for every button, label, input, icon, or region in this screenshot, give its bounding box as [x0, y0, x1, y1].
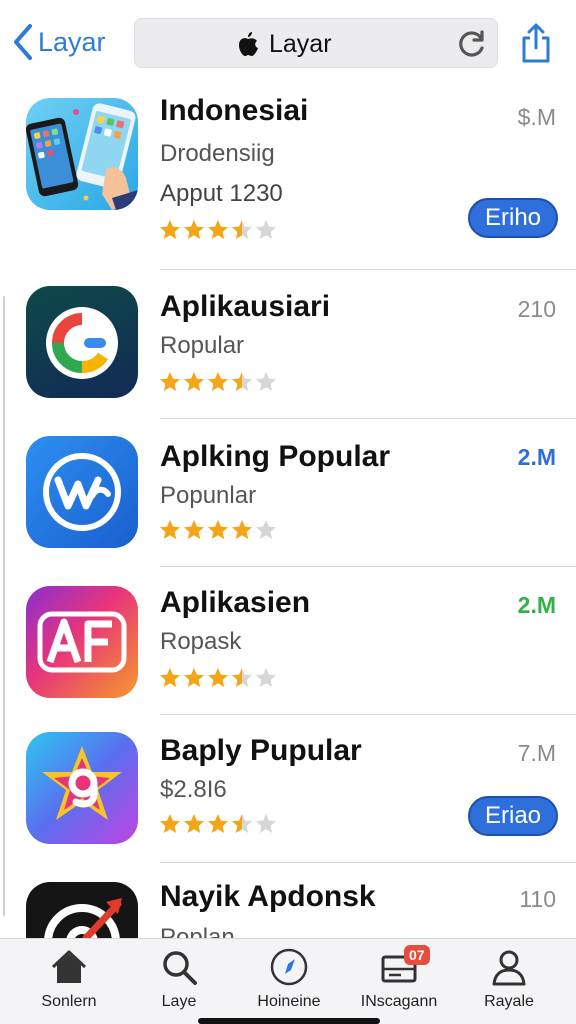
- app-title[interactable]: Aplikasien: [160, 586, 310, 620]
- app-meta: $.M: [517, 104, 556, 130]
- app-title[interactable]: Nayik Apdonsk: [160, 880, 376, 914]
- star-nine-logo-icon: [42, 746, 122, 820]
- app-subtitle: Popunlar: [160, 482, 257, 509]
- app-meta: 2.M: [517, 592, 556, 618]
- top-navigation-bar: Layar Layar: [0, 0, 576, 86]
- address-text: Layar: [269, 30, 332, 58]
- phones-icon: [26, 103, 138, 210]
- get-button[interactable]: Eriao: [468, 796, 558, 836]
- app-icon-dial[interactable]: [26, 882, 138, 938]
- app-list[interactable]: Indonesiai Drodensiig Apput 1230 $.M Eri…: [0, 86, 576, 938]
- tab-bar: Sonlern Laye Hoineine 07 INscagann Rayal…: [0, 938, 576, 1024]
- notification-badge: 07: [404, 945, 430, 965]
- star-icon: [232, 814, 252, 833]
- app-row[interactable]: Aplikasien Ropask 2.M: [0, 566, 576, 715]
- compass-icon: [270, 948, 308, 986]
- app-icon-af[interactable]: [26, 586, 138, 698]
- tab-compass[interactable]: Hoineine: [234, 947, 344, 1011]
- app-meta: 2.M: [517, 444, 556, 470]
- app-price: Apput 1230: [160, 180, 283, 207]
- tab-label: Laye: [161, 993, 197, 1010]
- tab-label: Hoineine: [257, 993, 321, 1010]
- w-logo-icon: [43, 453, 121, 531]
- tab-profile[interactable]: Rayale: [454, 947, 564, 1011]
- app-subtitle: Poplan: [160, 924, 235, 938]
- app-meta: 7.M: [517, 740, 556, 766]
- address-bar[interactable]: Layar: [134, 18, 498, 68]
- star-icon: [208, 372, 228, 391]
- app-price: $2.8I6: [160, 776, 227, 803]
- star-icon: [232, 372, 252, 391]
- app-subtitle: Drodensiig: [160, 140, 275, 167]
- app-meta: 110: [519, 886, 556, 912]
- app-row[interactable]: Baply Pupular $2.8I6 7.M Eriao: [0, 714, 576, 863]
- back-button[interactable]: Layar: [10, 22, 106, 62]
- get-button[interactable]: Eriho: [468, 198, 558, 238]
- star-icon: [184, 372, 204, 391]
- app-icon-9[interactable]: [26, 732, 138, 844]
- star-icon: [256, 668, 276, 687]
- star-rating: [158, 218, 278, 242]
- tab-label: INscagann: [360, 993, 438, 1010]
- app-title[interactable]: Baply Pupular: [160, 734, 362, 768]
- tab-label: Sonlern: [41, 993, 97, 1010]
- star-icon: [184, 520, 204, 539]
- star-icon: [256, 520, 276, 539]
- tab-search[interactable]: Laye: [124, 947, 234, 1011]
- home-icon: [51, 950, 87, 983]
- app-icon-w[interactable]: [26, 436, 138, 548]
- star-icon: [208, 668, 228, 687]
- star-icon: [160, 814, 180, 833]
- star-icon: [256, 372, 276, 391]
- star-icon: [256, 220, 276, 239]
- app-title[interactable]: Indonesiai: [160, 94, 308, 128]
- star-icon: [208, 814, 228, 833]
- star-icon: [208, 220, 228, 239]
- af-logo-icon: [37, 611, 127, 673]
- star-rating: [158, 812, 278, 836]
- star-icon: [160, 220, 180, 239]
- home-indicator: [198, 1018, 380, 1024]
- search-icon: [163, 951, 197, 985]
- back-label: Layar: [38, 26, 106, 57]
- star-rating: [158, 370, 278, 394]
- star-icon: [208, 520, 228, 539]
- star-icon: [160, 668, 180, 687]
- share-icon[interactable]: [519, 22, 553, 64]
- star-icon: [232, 520, 252, 539]
- app-row[interactable]: Indonesiai Drodensiig Apput 1230 $.M Eri…: [0, 86, 576, 270]
- app-icon-phones[interactable]: [26, 98, 138, 210]
- person-icon: [492, 950, 526, 986]
- star-icon: [232, 668, 252, 687]
- apple-logo-icon: [239, 32, 258, 56]
- app-meta: 210: [517, 296, 556, 322]
- tab-inbox[interactable]: 07 INscagann: [344, 945, 454, 1011]
- star-icon: [160, 372, 180, 391]
- star-icon: [232, 220, 252, 239]
- star-icon: [160, 520, 180, 539]
- star-icon: [184, 220, 204, 239]
- tab-home[interactable]: Sonlern: [14, 947, 124, 1011]
- reload-icon[interactable]: [457, 29, 487, 59]
- star-icon: [256, 814, 276, 833]
- chevron-left-icon: [14, 24, 32, 60]
- tab-label: Rayale: [484, 993, 534, 1010]
- app-row[interactable]: Aplikausiari Ropular 210: [0, 270, 576, 419]
- star-icon: [184, 814, 204, 833]
- dial-logo-icon: [44, 898, 122, 938]
- star-rating: [158, 518, 278, 542]
- app-subtitle: Ropask: [160, 628, 242, 655]
- star-icon: [184, 668, 204, 687]
- app-title[interactable]: Aplking Popular: [160, 440, 390, 474]
- app-row[interactable]: Nayik Apdonsk Poplan 110: [0, 862, 576, 938]
- circle-logo-icon: [46, 307, 118, 379]
- app-subtitle: Ropular: [160, 332, 245, 359]
- star-rating: [158, 666, 278, 690]
- app-row[interactable]: Aplking Popular Popunlar 2.M: [0, 418, 576, 567]
- app-icon-google-style[interactable]: [26, 286, 138, 398]
- app-title[interactable]: Aplikausiari: [160, 290, 330, 324]
